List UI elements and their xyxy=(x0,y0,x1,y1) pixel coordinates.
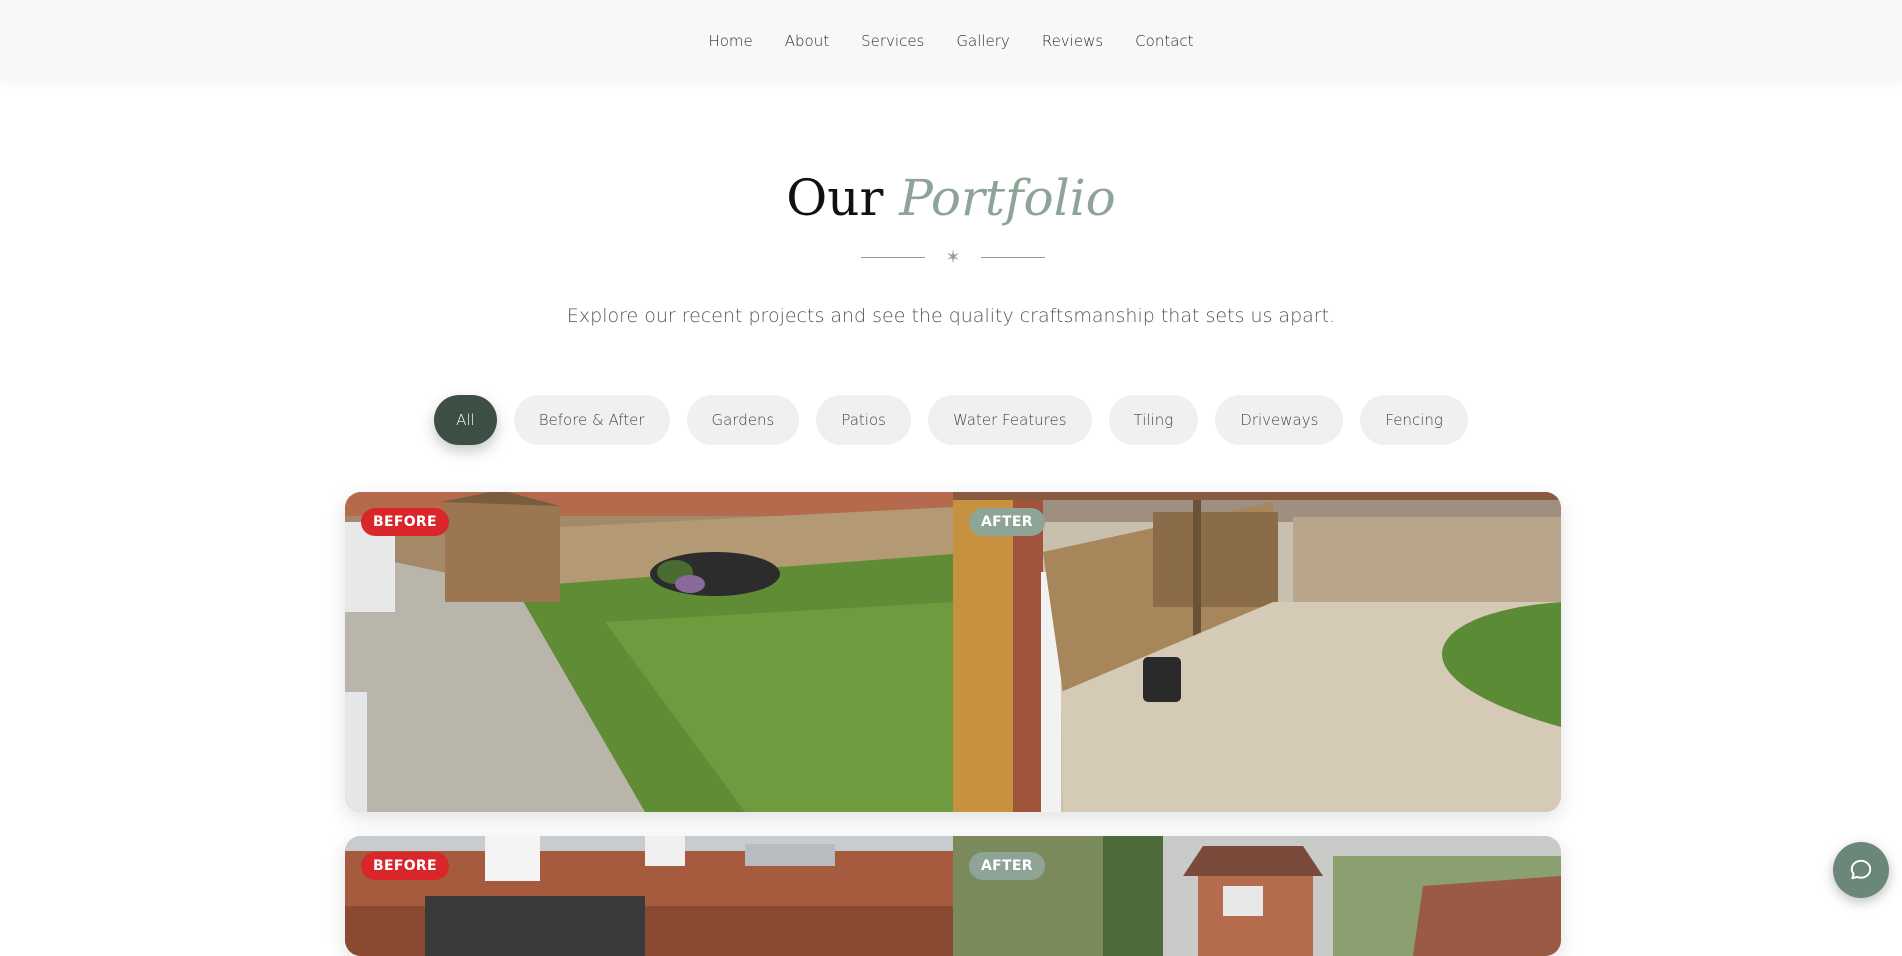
nav-item-contact: Contact xyxy=(1135,31,1193,50)
asterisk-ornament-icon: ✶ xyxy=(945,247,961,268)
portfolio-title: Our Portfolio xyxy=(0,168,1902,228)
filter-water-features[interactable]: Water Features xyxy=(927,395,1092,445)
after-badge: AFTER xyxy=(969,852,1045,880)
after-image: AFTER xyxy=(953,492,1561,812)
after-badge: AFTER xyxy=(969,508,1045,536)
filter-patios[interactable]: Patios xyxy=(816,395,911,445)
filter-tiling[interactable]: Tiling xyxy=(1108,395,1199,445)
filter-driveways[interactable]: Driveways xyxy=(1215,395,1344,445)
before-badge: BEFORE xyxy=(361,508,449,536)
title-plain: Our xyxy=(786,169,884,227)
portfolio-subtitle: Explore our recent projects and see the … xyxy=(566,305,1336,327)
filter-bar: All Before & After Gardens Patios Water … xyxy=(0,395,1902,445)
divider-line-right xyxy=(981,257,1045,258)
before-badge: BEFORE xyxy=(361,852,449,880)
filter-gardens[interactable]: Gardens xyxy=(686,395,800,445)
title-accent: Portfolio xyxy=(899,169,1116,227)
top-navbar: Home About Services Gallery Reviews Cont… xyxy=(0,0,1902,80)
nav-link-about[interactable]: About xyxy=(785,32,829,50)
nav-link-reviews[interactable]: Reviews xyxy=(1042,32,1103,50)
before-image: BEFORE xyxy=(345,836,953,956)
title-divider: ✶ xyxy=(861,246,1045,270)
before-image: BEFORE xyxy=(345,492,953,812)
nav-menu: Home About Services Gallery Reviews Cont… xyxy=(708,31,1193,50)
before-garden-photo xyxy=(345,492,953,812)
nav-item-home: Home xyxy=(708,31,752,50)
project-card[interactable]: BEFORE AFTER xyxy=(345,836,1561,956)
filter-all[interactable]: All xyxy=(434,395,497,445)
chat-button[interactable] xyxy=(1833,842,1889,898)
nav-link-home[interactable]: Home xyxy=(708,32,752,50)
nav-item-gallery: Gallery xyxy=(956,31,1009,50)
nav-link-services[interactable]: Services xyxy=(861,32,924,50)
project-card[interactable]: BEFORE AFTER xyxy=(345,492,1561,812)
nav-item-about: About xyxy=(785,31,829,50)
nav-item-reviews: Reviews xyxy=(1042,31,1103,50)
chat-bubble-icon xyxy=(1850,859,1872,880)
filter-fencing[interactable]: Fencing xyxy=(1360,395,1468,445)
nav-link-contact[interactable]: Contact xyxy=(1135,32,1193,50)
after-patio-photo xyxy=(953,492,1561,812)
divider-line-left xyxy=(861,257,925,258)
after-garden-photo xyxy=(953,836,1561,956)
nav-link-gallery[interactable]: Gallery xyxy=(956,32,1009,50)
nav-item-services: Services xyxy=(861,31,924,50)
filter-before-after[interactable]: Before & After xyxy=(513,395,670,445)
after-image: AFTER xyxy=(953,836,1561,956)
